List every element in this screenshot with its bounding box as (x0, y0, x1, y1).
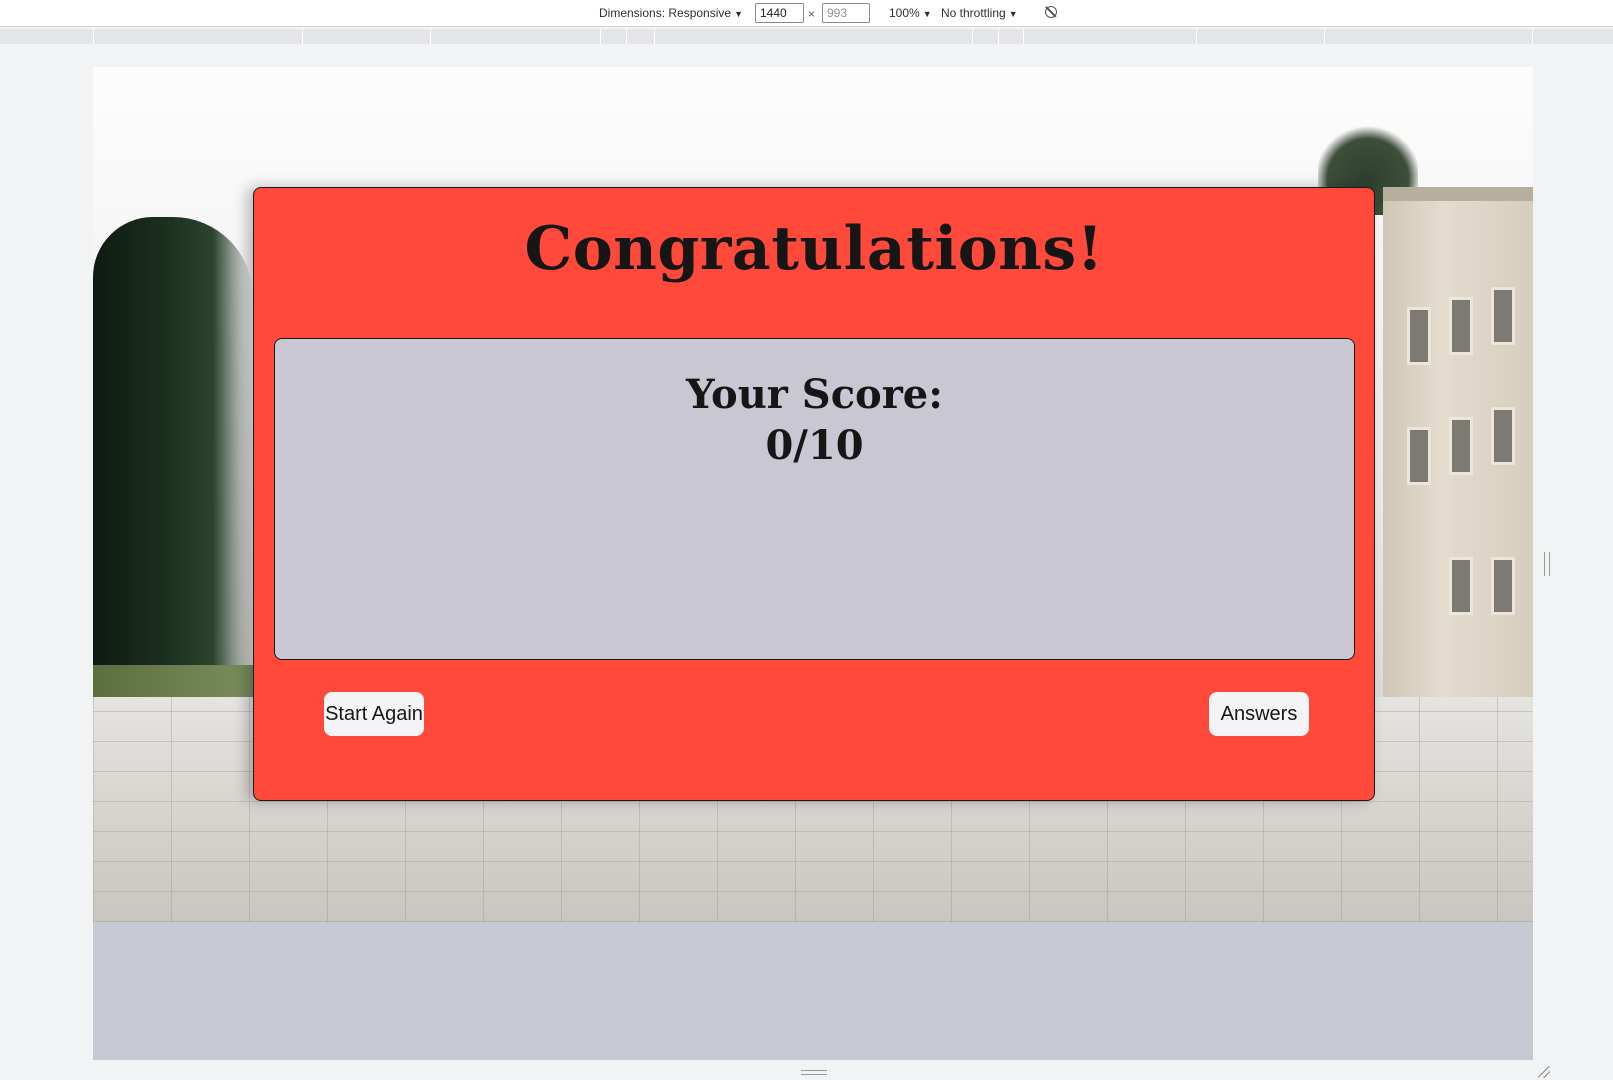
start-again-button[interactable]: Start Again (324, 692, 424, 736)
zoom-dropdown[interactable]: 100% ▼ (889, 6, 932, 20)
grass (93, 665, 253, 699)
chevron-down-icon: ▼ (922, 9, 932, 19)
ruler-tick (654, 29, 655, 44)
chevron-down-icon: ▼ (734, 9, 743, 19)
score-label: Your Score: (685, 371, 944, 418)
resize-handle-bottom[interactable] (801, 1070, 827, 1075)
building-window (1491, 407, 1515, 465)
throttling-dropdown[interactable]: No throttling ▼ (941, 6, 1018, 20)
ruler-tick (302, 29, 303, 44)
building-window (1407, 307, 1431, 365)
building-cornice (1383, 187, 1533, 201)
building-window (1407, 427, 1431, 485)
page-title: Congratulations! (524, 214, 1104, 284)
dimensions-label: Dimensions: Responsive (599, 6, 732, 20)
ruler-tick (93, 29, 94, 44)
width-input[interactable] (755, 3, 804, 23)
ruler-tick (600, 29, 601, 44)
times-separator: × (808, 7, 816, 21)
ruler-tick (430, 29, 431, 44)
dimensions-dropdown[interactable]: Dimensions: Responsive ▼ (599, 6, 743, 20)
building-window (1449, 417, 1473, 475)
building-window (1491, 557, 1515, 615)
ruler-tick (626, 29, 627, 44)
resize-handle-right[interactable] (1544, 552, 1550, 576)
media-query-ruler[interactable] (0, 29, 1613, 44)
rotate-icon[interactable] (1045, 6, 1057, 18)
score-value: 0/10 (765, 422, 864, 469)
chevron-down-icon: ▼ (1008, 9, 1018, 19)
throttling-label: No throttling (941, 6, 1006, 20)
ruler-tick (972, 29, 973, 44)
height-input[interactable] (822, 3, 870, 23)
zoom-label: 100% (889, 6, 920, 20)
ruler-tick (1532, 29, 1533, 44)
results-card: Congratulations! Your Score: 0/10 Start … (253, 187, 1375, 801)
ruler-tick (1196, 29, 1197, 44)
score-panel: Your Score: 0/10 (274, 338, 1355, 660)
ruler-tick (1023, 29, 1024, 44)
building-window (1449, 297, 1473, 355)
device-viewport: Congratulations! Your Score: 0/10 Start … (93, 67, 1533, 1060)
resize-handle-corner[interactable] (1538, 1066, 1550, 1078)
ruler-tick (998, 29, 999, 44)
answers-button[interactable]: Answers (1209, 692, 1309, 736)
building-window (1491, 287, 1515, 345)
building (1383, 187, 1533, 747)
building-window (1449, 557, 1473, 615)
ruler-tick (1324, 29, 1325, 44)
device-toolbar: Dimensions: Responsive▼ × 100%▼ No throt… (0, 0, 1613, 27)
